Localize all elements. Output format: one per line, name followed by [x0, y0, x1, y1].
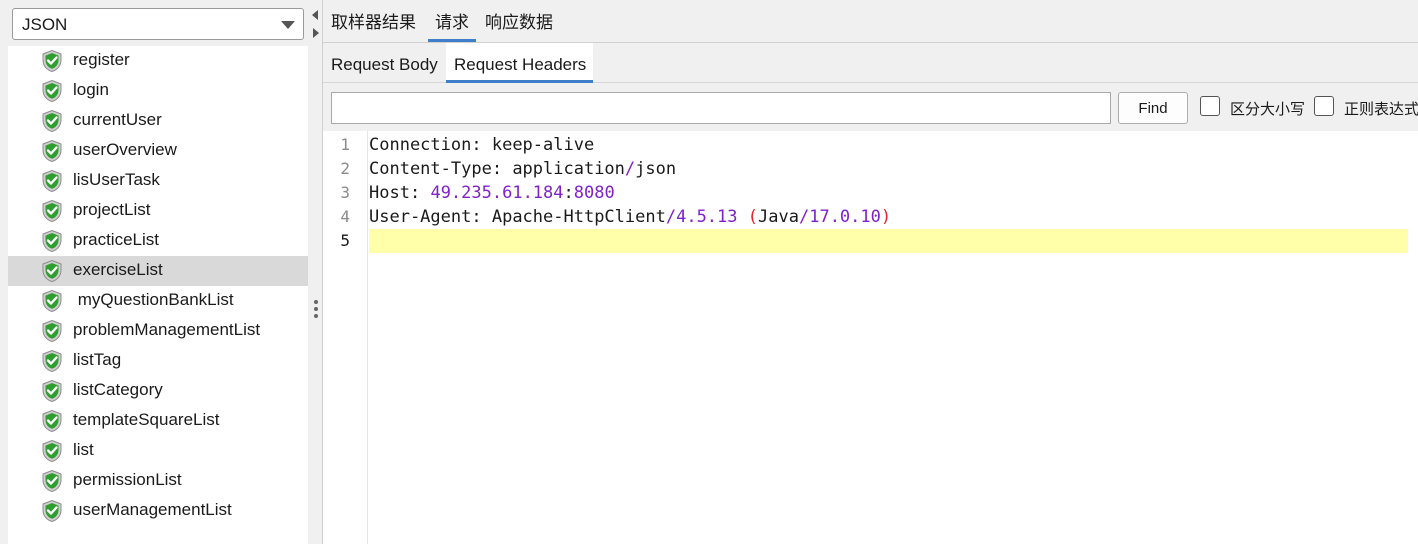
- results-tree: register login currentUser userOverview lisU…: [8, 46, 308, 544]
- regex-label: 正则表达式: [1344, 100, 1418, 118]
- tree-item[interactable]: problemManagementList: [8, 316, 308, 346]
- find-button[interactable]: Find: [1118, 92, 1188, 124]
- success-shield-icon: [40, 409, 64, 433]
- tree-item-label: listTag: [73, 350, 122, 369]
- code-line[interactable]: Connection: keep-alive: [369, 133, 1408, 157]
- renderer-selector[interactable]: JSON: [12, 8, 304, 40]
- headers-editor[interactable]: 1 2 3 4 5 Connection: keep-alive Content-Type…: [323, 131, 1418, 544]
- success-shield-icon: [40, 469, 64, 493]
- tab-request[interactable]: 请求: [428, 0, 476, 42]
- main-tabs: 取样器结果 请求 响应数据: [323, 0, 1418, 43]
- success-shield-icon: [40, 109, 64, 133]
- regex-checkbox[interactable]: [1314, 96, 1334, 116]
- tree-item[interactable]: list: [8, 436, 308, 466]
- tree-item[interactable]: listCategory: [8, 376, 308, 406]
- pane-splitter[interactable]: [309, 0, 323, 544]
- tree-item-label: myQuestionBankList: [73, 290, 234, 309]
- tree-item[interactable]: listTag: [8, 346, 308, 376]
- tab-request-body[interactable]: Request Body: [331, 43, 445, 83]
- success-shield-icon: [40, 499, 64, 523]
- tree-item-label: currentUser: [73, 110, 162, 129]
- success-shield-icon: [40, 169, 64, 193]
- tree-item-label: listCategory: [73, 380, 163, 399]
- tree-item-label: exerciseList: [73, 260, 163, 279]
- tree-item[interactable]: userManagementList: [8, 496, 308, 526]
- collapse-right-icon[interactable]: [313, 28, 319, 38]
- splitter-grip-icon[interactable]: [314, 300, 318, 304]
- line-number: 4: [340, 207, 350, 226]
- tree-item[interactable]: userOverview: [8, 136, 308, 166]
- success-shield-icon: [40, 199, 64, 223]
- tree-item[interactable]: myQuestionBankList: [8, 286, 308, 316]
- tree-item-label: userOverview: [73, 140, 177, 159]
- code-line[interactable]: User-Agent: Apache-HttpClient/4.5.13 (Ja…: [369, 205, 1408, 229]
- tree-item-label: login: [73, 80, 109, 99]
- find-input[interactable]: [331, 92, 1111, 124]
- success-shield-icon: [40, 349, 64, 373]
- tree-item-label: lisUserTask: [73, 170, 160, 189]
- tree-item-label: list: [73, 440, 94, 459]
- splitter-grip-icon[interactable]: [314, 314, 318, 318]
- code-line[interactable]: Content-Type: application/json: [369, 157, 1408, 181]
- tree-item[interactable]: currentUser: [8, 106, 308, 136]
- line-number: 5: [340, 231, 350, 250]
- tree-item[interactable]: permissionList: [8, 466, 308, 496]
- tree-item-label: userManagementList: [73, 500, 232, 519]
- tree-item-label: register: [73, 50, 130, 69]
- tree-item[interactable]: lisUserTask: [8, 166, 308, 196]
- success-shield-icon: [40, 79, 64, 103]
- tab-response-data[interactable]: 响应数据: [485, 0, 565, 42]
- success-shield-icon: [40, 439, 64, 463]
- line-number: 2: [340, 159, 350, 178]
- tree-item-label: problemManagementList: [73, 320, 261, 339]
- line-number-gutter: 1 2 3 4 5: [323, 131, 368, 544]
- success-shield-icon: [40, 319, 64, 343]
- find-bar: Find 区分大小写 正则表达式: [323, 83, 1418, 131]
- tab-sampler-result[interactable]: 取样器结果: [331, 0, 426, 42]
- success-shield-icon: [40, 259, 64, 283]
- success-shield-icon: [40, 379, 64, 403]
- tree-item-label: permissionList: [73, 470, 182, 489]
- tree-item[interactable]: login: [8, 76, 308, 106]
- collapse-left-icon[interactable]: [312, 10, 318, 20]
- success-shield-icon: [40, 289, 64, 313]
- tree-item[interactable]: practiceList: [8, 226, 308, 256]
- case-sensitive-checkbox[interactable]: [1200, 96, 1220, 116]
- tree-item[interactable]: templateSquareList: [8, 406, 308, 436]
- request-sub-tabs: Request Body Request Headers: [323, 43, 1418, 83]
- success-shield-icon: [40, 49, 64, 73]
- results-tree-panel: JSON register login currentUser userOvervie…: [0, 0, 309, 544]
- line-number: 3: [340, 183, 350, 202]
- line-number: 1: [340, 135, 350, 154]
- tree-item-label: templateSquareList: [73, 410, 220, 429]
- tree-item[interactable]: exerciseList: [8, 256, 308, 286]
- tree-item-label: projectList: [73, 200, 151, 219]
- result-detail-panel: 取样器结果 请求 响应数据 Request Body Request Heade…: [323, 0, 1418, 544]
- tree-item[interactable]: projectList: [8, 196, 308, 226]
- chevron-down-icon[interactable]: [281, 21, 295, 29]
- code-line[interactable]: [369, 229, 1408, 253]
- tree-item[interactable]: register: [8, 46, 308, 76]
- success-shield-icon: [40, 229, 64, 253]
- splitter-grip-icon[interactable]: [314, 307, 318, 311]
- case-sensitive-label: 区分大小写: [1230, 100, 1306, 118]
- tab-request-headers[interactable]: Request Headers: [446, 43, 593, 83]
- tree-item-label: practiceList: [73, 230, 159, 249]
- success-shield-icon: [40, 139, 64, 163]
- renderer-selector-value: JSON: [22, 15, 68, 34]
- code-line[interactable]: Host: 49.235.61.184:8080: [369, 181, 1408, 205]
